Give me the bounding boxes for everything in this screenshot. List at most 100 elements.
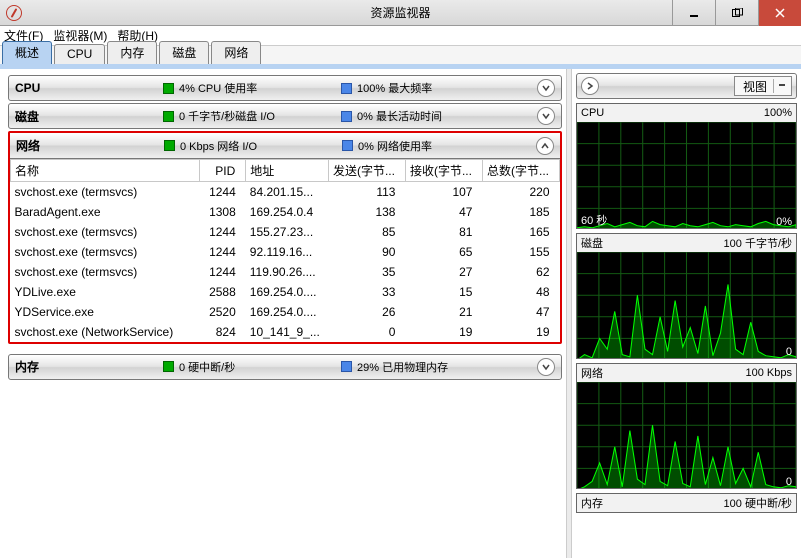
mem-used-swatch <box>341 361 352 372</box>
cell-pid: 1244 <box>200 262 246 282</box>
category-network[interactable]: 网络 0 Kbps 网络 I/O 0% 网络使用率 <box>10 133 560 159</box>
col-name[interactable]: 名称 <box>11 160 200 182</box>
cell-total: 47 <box>482 302 559 322</box>
cell-pid: 1308 <box>200 202 246 222</box>
mem-used-label: 29% 已用物理内存 <box>357 359 448 375</box>
net-io-swatch <box>164 140 175 151</box>
collapse-right-button[interactable] <box>581 77 599 95</box>
col-send[interactable]: 发送(字节... <box>328 160 405 182</box>
close-button[interactable] <box>758 0 801 26</box>
cell-recv: 19 <box>405 322 482 342</box>
app-icon <box>6 5 22 21</box>
chart-title: 网络 <box>581 365 603 381</box>
cell-recv: 47 <box>405 202 482 222</box>
table-row[interactable]: YDLive.exe2588169.254.0....331548 <box>11 282 560 302</box>
net-usage-swatch <box>342 140 353 151</box>
cell-total: 19 <box>482 322 559 342</box>
cell-recv: 15 <box>405 282 482 302</box>
cell-pid: 2520 <box>200 302 246 322</box>
cell-pid: 824 <box>200 322 246 342</box>
chart-foot-right: 0% <box>776 216 792 228</box>
chart-scale: 100 Kbps <box>746 367 792 379</box>
cell-addr: 119.90.26.... <box>246 262 329 282</box>
cell-addr: 155.27.23... <box>246 222 329 242</box>
tab-bar: 概述 CPU 内存 磁盘 网络 <box>0 46 801 69</box>
view-label: 视图 <box>743 78 767 95</box>
col-recv[interactable]: 接收(字节... <box>405 160 482 182</box>
cell-send: 113 <box>328 182 405 202</box>
chart-foot-right: 0 <box>786 346 792 358</box>
category-cpu[interactable]: CPU 4% CPU 使用率 100% 最大频率 <box>8 75 562 101</box>
cell-addr: 84.201.15... <box>246 182 329 202</box>
cell-addr: 169.254.0.... <box>246 282 329 302</box>
net-usage-label: 0% 网络使用率 <box>358 138 432 154</box>
cell-name: svchost.exe (termsvcs) <box>11 222 200 242</box>
cell-recv: 27 <box>405 262 482 282</box>
collapse-network-button[interactable] <box>536 137 554 155</box>
table-row[interactable]: svchost.exe (NetworkService)82410_141_9_… <box>11 322 560 342</box>
mem-int-label: 0 硬中断/秒 <box>179 359 235 375</box>
disk-active-swatch <box>341 111 352 122</box>
cell-addr: 92.119.16... <box>246 242 329 262</box>
cpu-freq-swatch <box>341 83 352 94</box>
chart-磁盘: 磁盘100 千字节/秒0 <box>576 233 797 359</box>
cell-pid: 1244 <box>200 222 246 242</box>
expand-cpu-button[interactable] <box>537 79 555 97</box>
chart-cpu: CPU100%60 秒0% <box>576 103 797 229</box>
category-memory[interactable]: 内存 0 硬中断/秒 29% 已用物理内存 <box>8 354 562 380</box>
expand-disk-button[interactable] <box>537 107 555 125</box>
tab-network[interactable]: 网络 <box>211 41 261 64</box>
table-row[interactable]: svchost.exe (termsvcs)124492.119.16...90… <box>11 242 560 262</box>
category-disk-title: 磁盘 <box>15 108 163 125</box>
title-bar: 资源监视器 <box>0 0 801 26</box>
disk-io-label: 0 千字节/秒磁盘 I/O <box>179 108 275 124</box>
category-network-title: 网络 <box>16 137 164 154</box>
right-toolbar: 视图 <box>576 73 797 99</box>
tab-cpu[interactable]: CPU <box>54 44 105 64</box>
chart-foot-right: 0 <box>786 476 792 488</box>
table-row[interactable]: svchost.exe (termsvcs)1244155.27.23...85… <box>11 222 560 242</box>
expand-memory-button[interactable] <box>537 358 555 376</box>
chart-scale: 100 千字节/秒 <box>724 235 792 251</box>
menu-monitor[interactable]: 监视器(M) <box>53 27 107 44</box>
chart-scale: 100% <box>764 107 792 119</box>
category-cpu-title: CPU <box>15 81 163 95</box>
cell-send: 85 <box>328 222 405 242</box>
cell-total: 48 <box>482 282 559 302</box>
chart-foot-left: 60 秒 <box>581 212 607 228</box>
cell-addr: 169.254.0.4 <box>246 202 329 222</box>
col-pid[interactable]: PID <box>200 160 246 182</box>
chart-title: 内存 <box>581 495 603 511</box>
minimize-button[interactable] <box>672 0 715 26</box>
network-table-header: 名称 PID 地址 发送(字节... 接收(字节... 总数(字节... <box>11 160 560 182</box>
cell-name: svchost.exe (termsvcs) <box>11 242 200 262</box>
tab-memory[interactable]: 内存 <box>107 41 157 64</box>
cell-send: 33 <box>328 282 405 302</box>
cell-send: 90 <box>328 242 405 262</box>
view-dropdown[interactable]: 视图 <box>734 76 792 96</box>
disk-active-label: 0% 最长活动时间 <box>357 108 442 124</box>
network-table: 名称 PID 地址 发送(字节... 接收(字节... 总数(字节... svc… <box>10 159 560 342</box>
cell-total: 165 <box>482 222 559 242</box>
tab-disk[interactable]: 磁盘 <box>159 41 209 64</box>
cell-name: YDLive.exe <box>11 282 200 302</box>
table-row[interactable]: svchost.exe (termsvcs)124484.201.15...11… <box>11 182 560 202</box>
cell-total: 62 <box>482 262 559 282</box>
col-total[interactable]: 总数(字节... <box>482 160 559 182</box>
cell-addr: 169.254.0.... <box>246 302 329 322</box>
col-addr[interactable]: 地址 <box>246 160 329 182</box>
left-pane: CPU 4% CPU 使用率 100% 最大频率 磁盘 0 千字节/秒磁盘 I/… <box>0 69 566 558</box>
cell-name: YDService.exe <box>11 302 200 322</box>
mem-int-swatch <box>163 361 174 372</box>
cell-recv: 81 <box>405 222 482 242</box>
cpu-usage-label: 4% CPU 使用率 <box>179 80 257 96</box>
table-row[interactable]: BaradAgent.exe1308169.254.0.413847185 <box>11 202 560 222</box>
cell-name: svchost.exe (termsvcs) <box>11 262 200 282</box>
category-disk[interactable]: 磁盘 0 千字节/秒磁盘 I/O 0% 最长活动时间 <box>8 103 562 129</box>
cell-total: 220 <box>482 182 559 202</box>
tab-overview[interactable]: 概述 <box>2 41 52 64</box>
cell-send: 26 <box>328 302 405 322</box>
table-row[interactable]: svchost.exe (termsvcs)1244119.90.26....3… <box>11 262 560 282</box>
table-row[interactable]: YDService.exe2520169.254.0....262147 <box>11 302 560 322</box>
maximize-button[interactable] <box>715 0 758 26</box>
